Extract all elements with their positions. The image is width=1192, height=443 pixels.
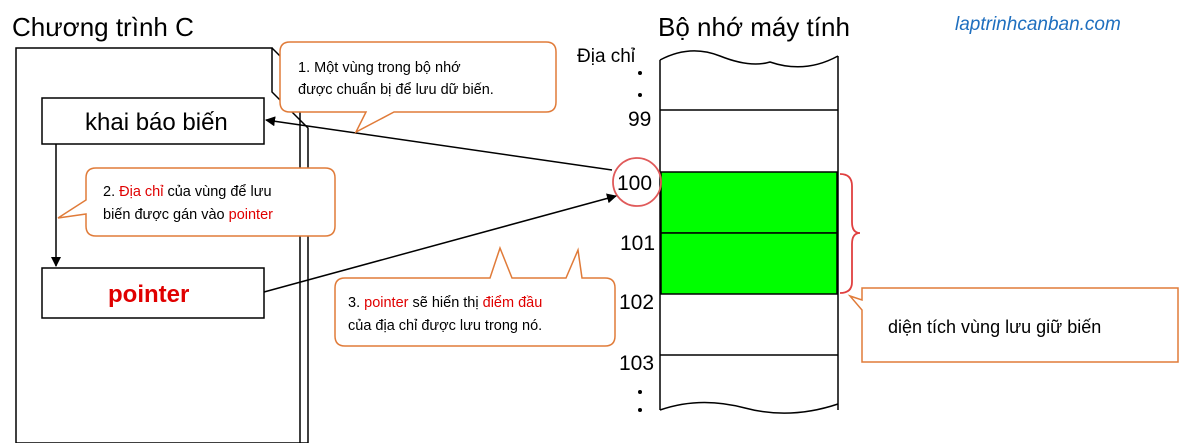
callout-2-line-2: biến được gán vào pointer	[103, 207, 273, 223]
allocated-area-brace	[839, 173, 861, 294]
callout-3-pointer-word: pointer	[364, 295, 409, 311]
memory-title: Bộ nhớ máy tính	[658, 12, 850, 42]
callout-2-address-word: Địa chỉ	[119, 184, 164, 200]
callout-1: 1. Một vùng trong bộ nhớ được chuẩn bị đ…	[279, 41, 557, 134]
address-101: 101	[620, 232, 655, 255]
address-100: 100	[617, 172, 652, 195]
callout-3: 3. pointer sẽ hiển thị điểm đầu của địa …	[334, 245, 616, 347]
address-102: 102	[619, 291, 654, 314]
area-label: diện tích vùng lưu giữ biến	[888, 317, 1101, 337]
callout-2-pointer-word: pointer	[229, 207, 274, 223]
callout-2: 2. Địa chỉ của vùng để lưu biến được gán…	[57, 167, 336, 237]
callout-3-start-word: điểm đầu	[483, 295, 543, 311]
callout-3-line-2: của địa chỉ được lưu trong nó.	[348, 318, 542, 334]
callout-area: diện tích vùng lưu giữ biến	[847, 287, 1179, 363]
memory-column	[659, 50, 839, 443]
watermark: laptrinhcanban.com	[955, 14, 1121, 35]
pointer-memory-diagram: Chương trình C khai báo biến pointer Bộ …	[12, 12, 1179, 443]
declare-variable-label: khai báo biến	[85, 109, 228, 136]
callout-2-line-1: 2. Địa chỉ của vùng để lưu	[103, 184, 272, 200]
arrow-address-to-declare	[265, 116, 613, 171]
pointer-label: pointer	[108, 281, 189, 308]
address-header: Địa chỉ	[577, 46, 636, 67]
memory-cell-101	[660, 232, 838, 295]
callout-1-line-2: được chuẩn bị để lưu dữ biến.	[298, 82, 494, 98]
program-title: Chương trình C	[12, 12, 194, 42]
callout-1-line-1: 1. Một vùng trong bộ nhớ	[298, 60, 461, 76]
address-103: 103	[619, 352, 654, 375]
memory-cell-100	[660, 171, 838, 234]
callout-3-line-1: 3. pointer sẽ hiển thị điểm đầu	[348, 295, 542, 311]
address-99: 99	[628, 108, 651, 131]
